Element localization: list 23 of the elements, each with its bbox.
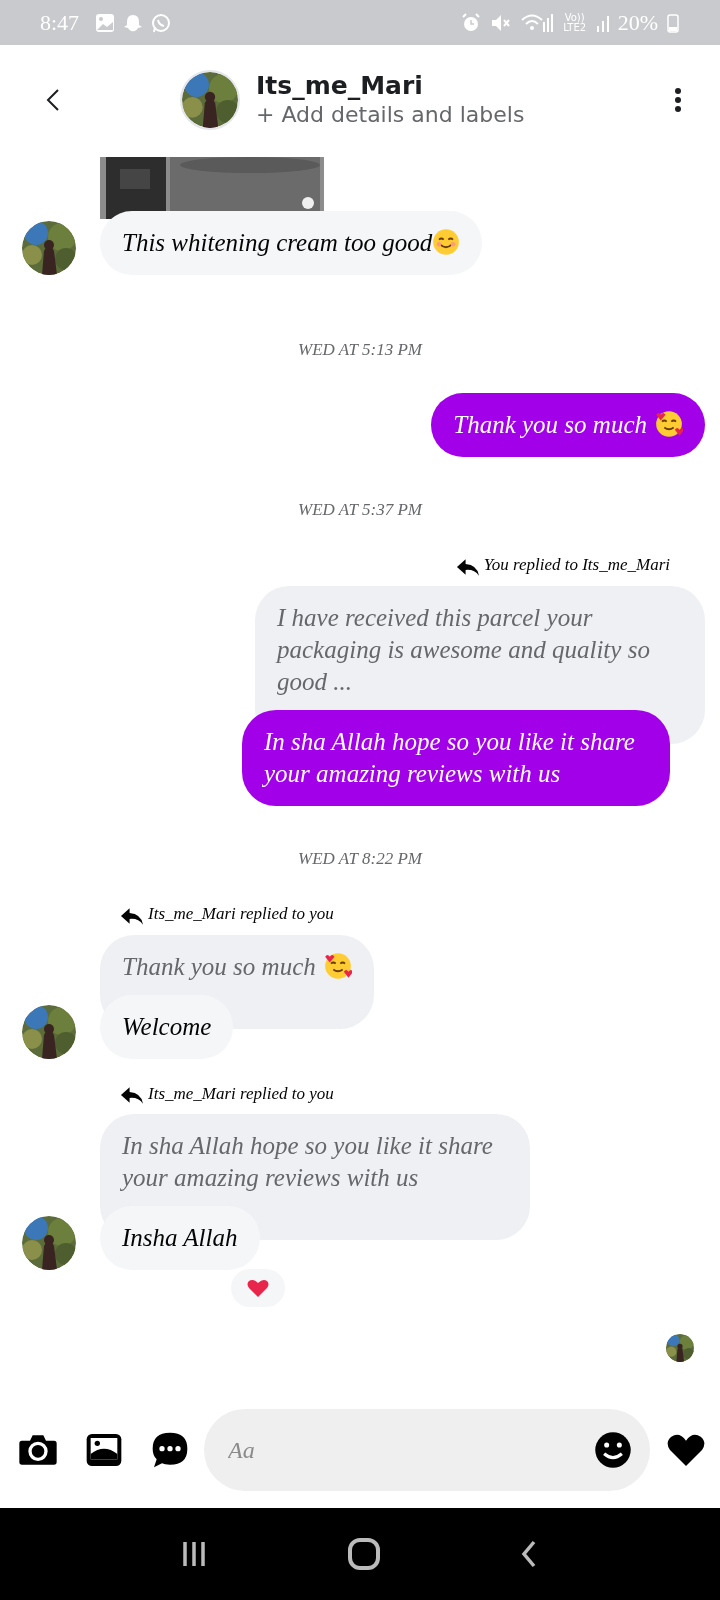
gallery-icon <box>95 12 116 33</box>
reply-note: Its_me_Mari replied to you <box>148 903 334 925</box>
more-options-icon[interactable] <box>674 87 682 113</box>
message-bubble: Welcome <box>100 994 234 1059</box>
wifi-signal-icon <box>519 11 554 34</box>
message-bubble: This whitening cream too good <box>100 211 483 275</box>
battery-icon <box>666 11 680 34</box>
timestamp: WED AT 8:22 PM <box>297 847 424 870</box>
home-icon[interactable] <box>347 1537 381 1571</box>
contact-name[interactable]: Its_me_Mari <box>256 70 525 101</box>
message-bubble: Insha Allah <box>100 1206 260 1270</box>
timestamp: WED AT 5:37 PM <box>297 498 424 521</box>
emoji-icon[interactable] <box>594 1431 632 1469</box>
ghost-icon <box>123 12 144 33</box>
chat-bubble-icon <box>151 12 172 33</box>
reply-note: You replied to Its_me_Mari <box>483 554 670 576</box>
add-details-link[interactable]: + Add details and labels <box>256 100 525 130</box>
message-bubble: In sha Allah hope so you like it share your amazing reviews with us <box>242 709 670 806</box>
chat-options-icon[interactable] <box>150 1430 190 1470</box>
reply-note: Its_me_Mari replied to you <box>148 1082 334 1105</box>
timestamp: WED AT 5:13 PM <box>297 339 424 361</box>
reply-icon <box>120 1084 144 1106</box>
message-bubble: Thank you so much <box>431 392 705 457</box>
